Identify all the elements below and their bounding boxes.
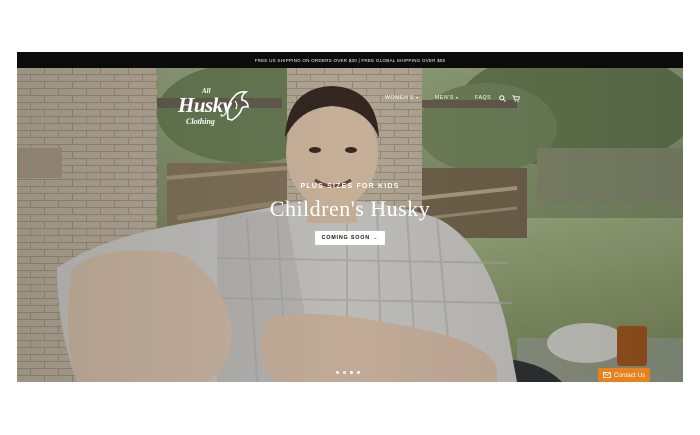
nav-mens[interactable]: MEN'S ▾ <box>435 95 459 101</box>
slide-indicators <box>336 371 360 374</box>
coming-soon-button[interactable]: COMING SOON → <box>314 231 386 245</box>
cta-label: COMING SOON <box>321 235 370 241</box>
nav-womens[interactable]: WOMEN'S ▾ <box>385 95 419 101</box>
hero-banner: All Husky Clothing WOMEN'S ▾ MEN'S ▾ FAQ… <box>17 68 683 382</box>
announcement-text: FREE US SHIPPING ON ORDERS OVER $30 | FR… <box>254 57 446 63</box>
envelope-icon <box>603 372 611 378</box>
hero-title: Children's Husky <box>269 196 431 221</box>
chevron-down-icon: ▾ <box>456 95 459 100</box>
husky-head-icon <box>226 91 249 121</box>
slide-dot[interactable] <box>336 371 339 374</box>
slide-dot[interactable] <box>343 371 346 374</box>
page-frame: FREE US SHIPPING ON ORDERS OVER $30 | FR… <box>17 52 683 382</box>
contact-us-button[interactable]: Contact Us <box>598 368 651 382</box>
contact-label: Contact Us <box>614 371 646 379</box>
slide-dot-active[interactable] <box>350 371 353 374</box>
brand-logo[interactable]: All Husky Clothing <box>172 86 252 128</box>
nav-faqs[interactable]: FAQS <box>475 95 491 101</box>
hero-content: PLUS SIZES FOR KIDS Children's Husky COM… <box>17 183 683 245</box>
announcement-bar: FREE US SHIPPING ON ORDERS OVER $30 | FR… <box>17 52 683 68</box>
cart-icon[interactable] <box>512 94 520 102</box>
hero-subtitle: PLUS SIZES FOR KIDS <box>300 183 400 190</box>
logo-line-clothing: Clothing <box>186 117 215 126</box>
search-icon[interactable] <box>498 94 506 102</box>
slide-dot[interactable] <box>357 371 360 374</box>
arrow-right-icon: → <box>372 235 379 241</box>
chevron-down-icon: ▾ <box>416 95 419 100</box>
